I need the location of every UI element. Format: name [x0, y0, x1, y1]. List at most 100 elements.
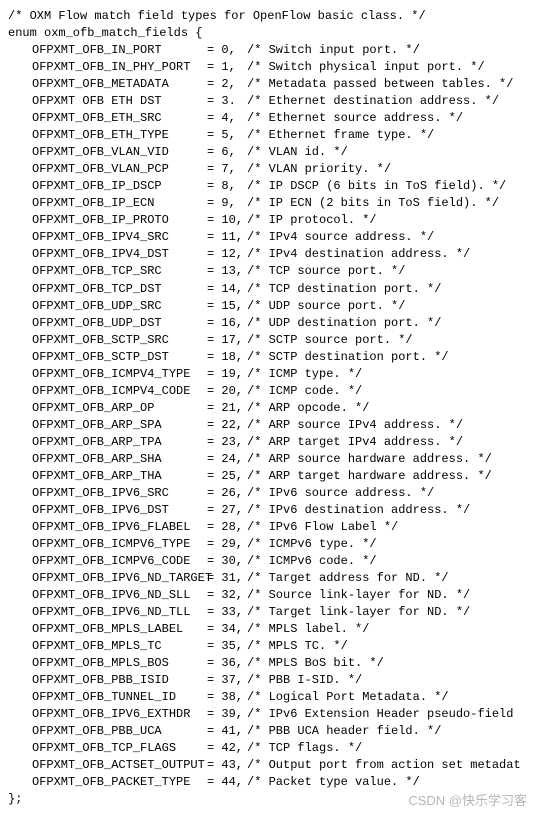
enum-field-value: = 30,: [207, 553, 247, 570]
indent: [8, 655, 32, 672]
indent: [8, 689, 32, 706]
enum-field-value: = 34,: [207, 621, 247, 638]
enum-field-name: OFPXMT_OFB_ETH_SRC: [32, 110, 207, 127]
indent: [8, 570, 32, 587]
enum-field-comment: /* MPLS label. */: [247, 621, 369, 638]
enum-field-name: OFPXMT_OFB_IPV4_DST: [32, 246, 207, 263]
enum-field-name: OFPXMT_OFB_TCP_FLAGS: [32, 740, 207, 757]
enum-field-row: OFPXMT_OFB_ARP_OP= 21,/* ARP opcode. */: [8, 400, 529, 417]
enum-field-comment: /* Target link-layer for ND. */: [247, 604, 470, 621]
indent: [8, 740, 32, 757]
enum-field-comment: /* ARP target hardware address. */: [247, 468, 492, 485]
enum-field-comment: /* Ethernet destination address. */: [247, 93, 499, 110]
enum-field-name: OFPXMT_OFB_TCP_SRC: [32, 263, 207, 280]
enum-field-row: OFPXMT_OFB_PBB_ISID= 37,/* PBB I-SID. */: [8, 672, 529, 689]
indent: [8, 42, 32, 59]
enum-field-value: = 16,: [207, 315, 247, 332]
enum-field-row: OFPXMT_OFB_VLAN_PCP= 7,/* VLAN priority.…: [8, 161, 529, 178]
enum-field-comment: /* MPLS BoS bit. */: [247, 655, 384, 672]
indent: [8, 468, 32, 485]
enum-field-value: = 9,: [207, 195, 247, 212]
enum-field-value: = 15,: [207, 298, 247, 315]
file-header-comment: /* OXM Flow match field types for OpenFl…: [8, 8, 529, 25]
enum-field-value: = 3.: [207, 93, 247, 110]
enum-field-comment: /* UDP source port. */: [247, 298, 405, 315]
enum-field-comment: /* TCP flags. */: [247, 740, 362, 757]
enum-field-value: = 38,: [207, 689, 247, 706]
enum-field-comment: /* TCP destination port. */: [247, 281, 441, 298]
enum-field-row: OFPXMT_OFB_IPV6_ND_TLL= 33,/* Target lin…: [8, 604, 529, 621]
enum-field-comment: /* IPv6 Flow Label */: [247, 519, 398, 536]
indent: [8, 298, 32, 315]
enum-field-row: OFPXMT_OFB_IPV4_SRC= 11,/* IPv4 source a…: [8, 229, 529, 246]
enum-field-row: OFPXMT_OFB_VLAN_VID= 6,/* VLAN id. */: [8, 144, 529, 161]
enum-field-name: OFPXMT_OFB_IP_PROTO: [32, 212, 207, 229]
enum-field-row: OFPXMT_OFB_IP_PROTO= 10,/* IP protocol. …: [8, 212, 529, 229]
enum-field-value: = 13,: [207, 263, 247, 280]
enum-field-row: OFPXMT_OFB_IPV6_SRC= 26,/* IPv6 source a…: [8, 485, 529, 502]
enum-field-name: OFPXMT_OFB_PACKET_TYPE: [32, 774, 207, 791]
enum-field-row: OFPXMT_OFB_ICMPV4_CODE= 20,/* ICMP code.…: [8, 383, 529, 400]
enum-field-name: OFPXMT_OFB_UDP_DST: [32, 315, 207, 332]
enum-field-value: = 37,: [207, 672, 247, 689]
enum-field-name: OFPXMT_OFB_ARP_OP: [32, 400, 207, 417]
enum-field-comment: /* Target address for ND. */: [247, 570, 449, 587]
enum-field-name: OFPXMT_OFB_MPLS_LABEL: [32, 621, 207, 638]
enum-field-row: OFPXMT_OFB_IN_PORT= 0,/* Switch input po…: [8, 42, 529, 59]
enum-field-row: OFPXMT_OFB_ARP_THA= 25,/* ARP target har…: [8, 468, 529, 485]
enum-field-row: OFPXMT_OFB_IPV4_DST= 12,/* IPv4 destinat…: [8, 246, 529, 263]
enum-field-name: OFPXMT_OFB_IPV6_DST: [32, 502, 207, 519]
enum-field-row: OFPXMT_OFB_IPV6_FLABEL= 28,/* IPv6 Flow …: [8, 519, 529, 536]
enum-close: };: [8, 791, 529, 808]
enum-field-value: = 24,: [207, 451, 247, 468]
enum-field-value: = 44,: [207, 774, 247, 791]
enum-field-row: OFPXMT_OFB_IN_PHY_PORT= 1,/* Switch phys…: [8, 59, 529, 76]
indent: [8, 229, 32, 246]
enum-field-value: = 8,: [207, 178, 247, 195]
enum-field-comment: /* IPv6 Extension Header pseudo-field: [247, 706, 513, 723]
indent: [8, 672, 32, 689]
enum-field-name: OFPXMT_OFB_IPV6_ND_SLL: [32, 587, 207, 604]
indent: [8, 638, 32, 655]
enum-field-comment: /* ARP target IPv4 address. */: [247, 434, 463, 451]
enum-field-value: = 21,: [207, 400, 247, 417]
enum-field-comment: /* Output port from action set metadat: [247, 757, 521, 774]
enum-field-name: OFPXMT_OFB_IPV6_FLABEL: [32, 519, 207, 536]
enum-field-comment: /* ICMPv6 type. */: [247, 536, 377, 553]
enum-field-value: = 1,: [207, 59, 247, 76]
enum-field-name: OFPXMT_OFB_IP_ECN: [32, 195, 207, 212]
enum-field-value: = 28,: [207, 519, 247, 536]
indent: [8, 502, 32, 519]
enum-field-row: OFPXMT_OFB_ARP_SHA= 24,/* ARP source har…: [8, 451, 529, 468]
enum-field-value: = 17,: [207, 332, 247, 349]
enum-field-name: OFPXMT_OFB_ARP_SPA: [32, 417, 207, 434]
enum-field-comment: /* PBB UCA header field. */: [247, 723, 441, 740]
indent: [8, 366, 32, 383]
enum-field-row: OFPXMT_OFB_PBB_UCA= 41,/* PBB UCA header…: [8, 723, 529, 740]
enum-field-name: OFPXMT_OFB_ICMPV4_CODE: [32, 383, 207, 400]
enum-field-name: OFPXMT_OFB_IP_DSCP: [32, 178, 207, 195]
enum-field-comment: /* SCTP source port. */: [247, 332, 413, 349]
enum-field-row: OFPXMT_OFB_ACTSET_OUTPUT= 43,/* Output p…: [8, 757, 529, 774]
enum-field-value: = 18,: [207, 349, 247, 366]
indent: [8, 519, 32, 536]
enum-field-value: = 26,: [207, 485, 247, 502]
indent: [8, 451, 32, 468]
enum-field-name: OFPXMT_OFB_SCTP_DST: [32, 349, 207, 366]
indent: [8, 332, 32, 349]
enum-field-name: OFPXMT_OFB_ICMPV4_TYPE: [32, 366, 207, 383]
enum-field-comment: /* IPv6 source address. */: [247, 485, 434, 502]
enum-field-comment: /* Ethernet source address. */: [247, 110, 463, 127]
enum-field-name: OFPXMT_OFB_VLAN_PCP: [32, 161, 207, 178]
indent: [8, 536, 32, 553]
enum-field-row: OFPXMT_OFB_IPV6_ND_SLL= 32,/* Source lin…: [8, 587, 529, 604]
enum-field-value: = 36,: [207, 655, 247, 672]
enum-field-value: = 2,: [207, 76, 247, 93]
enum-field-name: OFPXMT OFB ETH DST: [32, 93, 207, 110]
indent: [8, 553, 32, 570]
enum-field-comment: /* SCTP destination port. */: [247, 349, 449, 366]
indent: [8, 76, 32, 93]
enum-field-name: OFPXMT_OFB_ARP_TPA: [32, 434, 207, 451]
enum-field-row: OFPXMT_OFB_SCTP_DST= 18,/* SCTP destinat…: [8, 349, 529, 366]
enum-field-value: = 7,: [207, 161, 247, 178]
